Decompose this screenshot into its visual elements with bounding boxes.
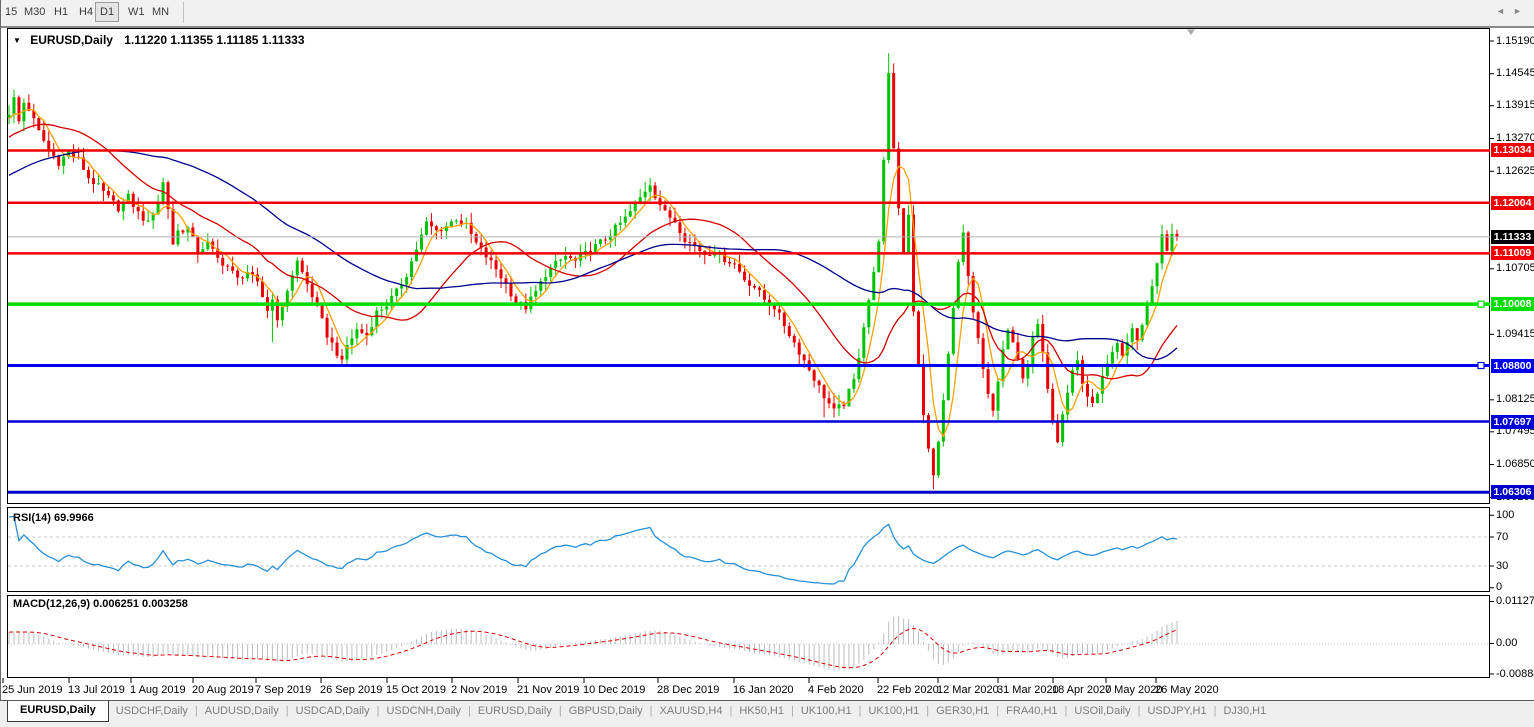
date-axis-label: 10 Dec 2019: [583, 684, 646, 696]
date-axis-label: 4 Feb 2020: [808, 684, 864, 696]
date-axis-label: 25 Jun 2019: [2, 684, 63, 696]
main-chart-panel[interactable]: [7, 28, 1490, 504]
price-axis-tick-label: 1.14545: [1496, 67, 1534, 80]
tab-13[interactable]: USOil,Daily: [1067, 701, 1137, 717]
price-axis-tick-label: 1.08125: [1496, 393, 1534, 406]
price-badge-1.08800: 1.08800: [1491, 358, 1534, 373]
tab-11[interactable]: GER30,H1: [929, 701, 996, 717]
tab-scroll-left-icon[interactable]: ◄: [1496, 6, 1505, 16]
date-axis-label: 7 Sep 2019: [255, 684, 312, 696]
tab-5[interactable]: EURUSD,Daily: [471, 701, 559, 717]
date-axis-label: 12 Mar 2020: [937, 684, 999, 696]
tab-10[interactable]: UK100,H1: [861, 701, 926, 717]
rsi-axis-tick-label: 70: [1496, 530, 1509, 543]
date-axis-label: 31 Mar 2020: [997, 684, 1059, 696]
tab-7[interactable]: XAUUSD,H4: [653, 701, 730, 717]
chart-menu-arrow-icon[interactable]: ▼: [13, 36, 21, 45]
date-axis-label: 15 Oct 2019: [386, 684, 446, 696]
price-axis-tick-label: 1.10705: [1496, 262, 1534, 275]
date-axis-label: 26 Sep 2019: [320, 684, 383, 696]
rsi-axis-tick-label: 30: [1496, 559, 1509, 572]
date-axis-label: 2 Nov 2019: [451, 684, 508, 696]
date-axis-label: 28 Dec 2019: [657, 684, 720, 696]
tab-3[interactable]: USDCAD,Daily: [289, 701, 377, 717]
date-axis-label: 26 May 2020: [1155, 684, 1219, 696]
price-badge-1.11333: 1.11333: [1491, 229, 1534, 244]
date-axis-label: 16 Jan 2020: [733, 684, 794, 696]
tab-12[interactable]: FRA40,H1: [999, 701, 1064, 717]
price-axis-tick-label: 1.15190: [1496, 34, 1534, 47]
rsi-indicator-label: RSI(14) 69.9966: [13, 512, 94, 524]
price-badge-1.11009: 1.11009: [1491, 246, 1534, 261]
macd-panel[interactable]: [7, 595, 1490, 678]
mt4-terminal-window: 15 M30 H1 H4 D1 W1 MN ▼ EURUSD,Daily 1.11220 1…: [0, 0, 1534, 727]
price-badge-1.07697: 1.07697: [1491, 414, 1534, 429]
tab-14[interactable]: USDJPY,H1: [1140, 701, 1213, 717]
price-badge-1.06306: 1.06306: [1491, 485, 1534, 500]
tab-4[interactable]: USDCNH,Daily: [379, 701, 468, 717]
date-axis-label: 1 Aug 2019: [130, 684, 186, 696]
macd-indicator-label: MACD(12,26,9) 0.006251 0.003258: [13, 598, 188, 610]
rsi-panel[interactable]: [7, 507, 1490, 592]
date-axis-label: 13 Jul 2019: [68, 684, 125, 696]
tab-0[interactable]: EURUSD,Daily: [7, 701, 109, 722]
chart-title: ▼ EURUSD,Daily 1.11220 1.11355 1.11185 1…: [13, 33, 305, 47]
date-axis-label: 22 Feb 2020: [877, 684, 939, 696]
chart-symbol-label: EURUSD,Daily: [30, 33, 113, 47]
tab-scroll-right-icon[interactable]: ►: [1513, 6, 1522, 16]
window-left-edge: [0, 0, 1, 700]
rsi-axis-tick-label: 0: [1496, 581, 1503, 594]
date-axis-label: 20 Aug 2019: [192, 684, 254, 696]
date-axis-label: 18 Apr 2020: [1052, 684, 1112, 696]
price-badge-1.13034: 1.13034: [1491, 143, 1534, 158]
tab-2[interactable]: AUDUSD,Daily: [198, 701, 286, 717]
tab-9[interactable]: UK100,H1: [794, 701, 859, 717]
macd-axis-tick-label: 0.00: [1496, 637, 1518, 649]
price-axis-tick-label: 1.12625: [1496, 164, 1534, 177]
price-badge-1.10008: 1.10008: [1491, 297, 1534, 312]
macd-axis-tick-label: -0.008845: [1496, 667, 1534, 680]
symbol-tab-bar: EURUSD,Daily USDCHF,Daily | AUDUSD,Daily | US…: [0, 700, 1534, 727]
price-axis-tick-label: 1.13270: [1496, 132, 1534, 144]
date-axis-label: 21 Nov 2019: [517, 684, 580, 696]
rsi-axis-tick-label: 100: [1496, 508, 1515, 521]
price-chart-canvas[interactable]: [0, 0, 1534, 727]
chart-ohlc-values: 1.11220 1.11355 1.11185 1.11333: [124, 33, 305, 47]
price-axis-tick-label: 1.13915: [1496, 99, 1534, 112]
tab-1[interactable]: USDCHF,Daily: [109, 701, 195, 717]
price-axis-tick-label: 1.09415: [1496, 327, 1534, 340]
tab-8[interactable]: HK50,H1: [732, 701, 791, 717]
tab-15[interactable]: DJ30,H1: [1216, 701, 1273, 717]
tab-6[interactable]: GBPUSD,Daily: [562, 701, 650, 717]
macd-axis-tick-label: 0.011277: [1496, 595, 1534, 607]
price-axis-tick-label: 1.06850: [1496, 458, 1534, 471]
price-badge-1.12004: 1.12004: [1491, 195, 1534, 210]
date-axis-label: 7 May 2020: [1105, 684, 1163, 696]
